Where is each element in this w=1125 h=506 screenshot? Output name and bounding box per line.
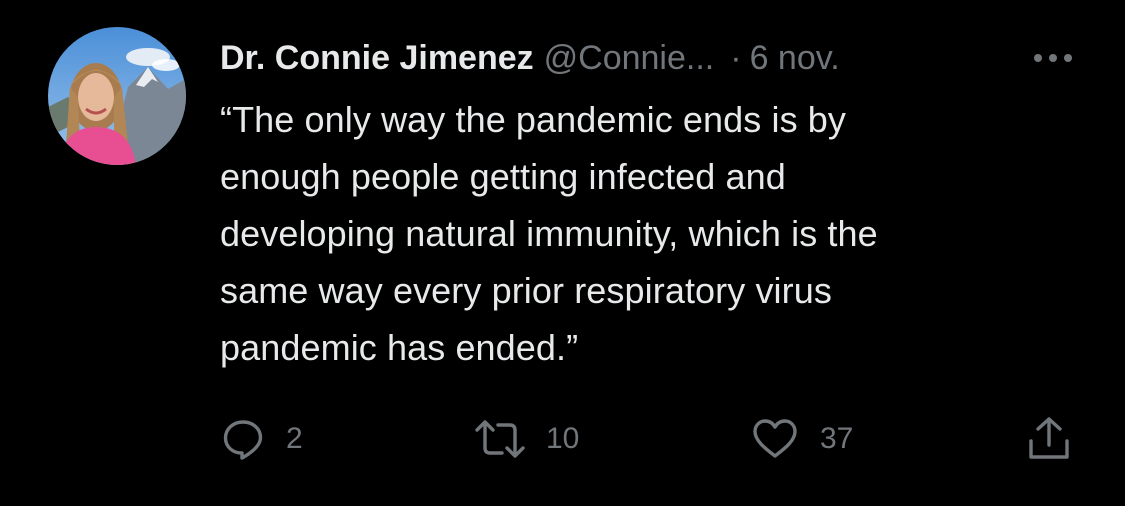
reply-count: 2 <box>286 422 303 455</box>
retweet-button[interactable]: 10 <box>474 412 579 466</box>
retweet-icon <box>475 420 525 458</box>
retweet-count: 10 <box>546 422 580 455</box>
tweet-header: Dr. Connie Jimenez @Connie... · 6 nov. <box>220 36 840 80</box>
tweet[interactable]: Dr. Connie Jimenez @Connie... · 6 nov. “… <box>0 0 1125 506</box>
more-options-icon[interactable] <box>1026 40 1080 76</box>
like-button[interactable]: 37 <box>752 412 853 466</box>
share-icon <box>1029 417 1069 459</box>
author-handle[interactable]: @Connie... <box>544 39 715 78</box>
tweet-text: “The only way the pandemic ends is by en… <box>220 99 878 368</box>
share-button[interactable] <box>1026 412 1072 466</box>
like-count: 37 <box>820 422 854 455</box>
author-display-name[interactable]: Dr. Connie Jimenez <box>220 39 534 78</box>
separator-dot: · <box>730 38 742 77</box>
avatar[interactable] <box>48 27 186 165</box>
heart-icon <box>753 419 797 458</box>
reply-button[interactable]: 2 <box>222 412 303 466</box>
reply-icon <box>223 420 263 460</box>
avatar-image <box>48 27 186 165</box>
tweet-actions: 2 10 37 <box>0 412 1125 466</box>
tweet-timestamp[interactable]: 6 nov. <box>750 39 840 78</box>
